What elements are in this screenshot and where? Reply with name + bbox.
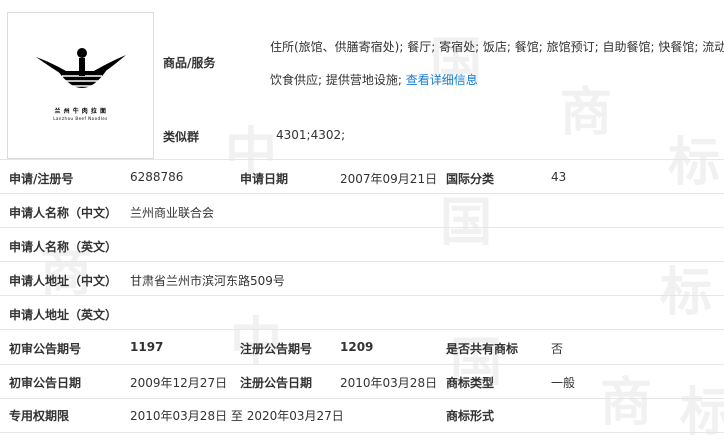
intl-class-label: 国际分类 [446, 172, 495, 186]
row-divider [0, 329, 724, 330]
address-en-label: 申请人地址（英文） [9, 308, 118, 322]
reg-date-label: 注册公告日期 [240, 376, 313, 390]
row-divider [0, 261, 724, 262]
apply-date-value: 2007年09月21日 [340, 172, 438, 186]
logo-caption: 兰 州 牛 肉 拉 面 [54, 108, 107, 115]
row-divider [0, 295, 724, 296]
watermark-char: 商 [560, 83, 613, 143]
logo-caption-en: Lanzhou Beef Noodles [53, 116, 108, 121]
prelim-no-value: 1197 [130, 340, 164, 354]
shared-label: 是否共有商标 [446, 342, 519, 356]
row-divider [0, 193, 724, 194]
apply-date-label: 申请日期 [240, 172, 289, 186]
prelim-date-label: 初审公告日期 [9, 376, 82, 390]
intl-class-value: 43 [551, 170, 567, 184]
reg-no-label: 申请/注册号 [9, 172, 74, 186]
address-cn-label: 申请人地址（中文） [9, 274, 118, 288]
reg-no-value: 6288786 [130, 170, 184, 184]
prelim-date-value: 2009年12月27日 [130, 376, 228, 390]
shared-value: 否 [551, 342, 564, 356]
prelim-no-label: 初审公告期号 [9, 342, 82, 356]
goods-services-line1: 住所(旅馆、供膳寄宿处); 餐厅; 寄宿处; 饭店; 餐馆; 旅馆预订; 自助餐… [270, 40, 724, 54]
row-divider [0, 364, 724, 365]
tm-type-value: 一般 [551, 376, 576, 390]
trademark-image[interactable]: 兰 州 牛 肉 拉 面 Lanzhou Beef Noodles [7, 12, 154, 159]
watermark-char: 国 [440, 193, 493, 253]
tm-form-label: 商标形式 [446, 409, 495, 423]
watermark-char: 标 [680, 383, 724, 443]
row-divider [0, 159, 724, 160]
address-cn-value: 甘肃省兰州市滨河东路509号 [130, 274, 285, 288]
row-divider [0, 227, 724, 228]
term-label: 专用权期限 [9, 409, 70, 423]
trademark-logo-icon [36, 48, 126, 92]
reg-pub-no-label: 注册公告期号 [240, 342, 313, 356]
reg-date-value: 2010年03月28日 [340, 376, 438, 390]
applicant-cn-value: 兰州商业联合会 [130, 206, 215, 220]
watermark-char: 标 [668, 133, 721, 193]
tm-type-label: 商标类型 [446, 376, 495, 390]
view-details-link[interactable]: 查看详细信息 [406, 73, 478, 87]
applicant-cn-label: 申请人名称（中文） [9, 206, 118, 220]
goods-services-line2: 饮食供应; 提供营地设施; 查看详细信息 [270, 71, 478, 88]
row-divider [0, 398, 724, 399]
reg-pub-no-value: 1209 [340, 340, 374, 354]
row-divider [0, 432, 724, 433]
similar-group-value: 4301;4302; [276, 128, 346, 142]
term-value: 2010年03月28日 至 2020年03月27日 [130, 409, 344, 423]
goods-services-label: 商品/服务 [163, 56, 216, 70]
similar-group-label: 类似群 [163, 130, 200, 144]
applicant-en-label: 申请人名称（英文） [9, 240, 118, 254]
goods-services-text: 饮食供应; 提供营地设施; [270, 73, 402, 87]
